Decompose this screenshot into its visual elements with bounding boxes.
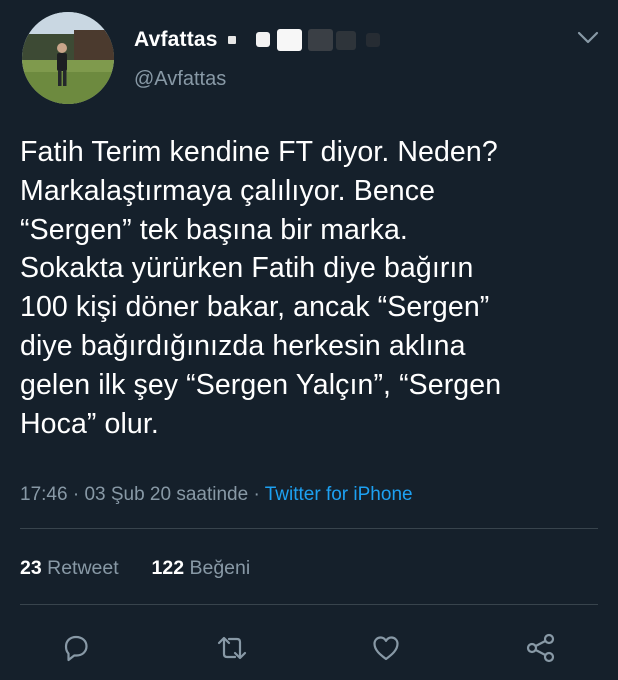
retweet-count: 23 bbox=[20, 557, 42, 579]
emoji-badge bbox=[277, 29, 302, 51]
like-count: 122 bbox=[151, 557, 185, 579]
reply-icon[interactable] bbox=[58, 630, 94, 666]
avatar-photo bbox=[22, 12, 114, 104]
tweet-date[interactable]: 03 Şub 20 saatinde bbox=[84, 484, 248, 505]
tweet-text: Fatih Terim kendine FT diyor. Neden? Mar… bbox=[20, 136, 502, 440]
divider bbox=[20, 528, 598, 529]
meta-separator: · bbox=[67, 484, 85, 505]
retweet-icon[interactable] bbox=[214, 630, 250, 666]
emoji-badge bbox=[256, 32, 270, 47]
emoji-badge bbox=[366, 33, 380, 47]
tweet-source-link[interactable]: Twitter for iPhone bbox=[265, 484, 413, 505]
retweet-label: Retweet bbox=[47, 557, 119, 579]
action-bar bbox=[0, 628, 618, 668]
retweet-stat[interactable]: 23 Retweet bbox=[20, 557, 119, 579]
emoji-badge bbox=[308, 29, 333, 51]
emoji-badge bbox=[336, 31, 356, 50]
meta-separator: · bbox=[248, 484, 265, 505]
avatar[interactable] bbox=[22, 12, 114, 104]
user-handle[interactable]: @Avfattas bbox=[134, 68, 226, 91]
like-stat[interactable]: 122 Beğeni bbox=[152, 557, 251, 579]
like-label: Beğeni bbox=[189, 557, 251, 579]
share-icon[interactable] bbox=[523, 630, 559, 666]
divider bbox=[20, 604, 598, 605]
chevron-down-icon[interactable] bbox=[574, 26, 602, 48]
tweet-time[interactable]: 17:46 bbox=[20, 484, 68, 505]
display-name[interactable]: Avfattas bbox=[134, 28, 218, 52]
tweet-meta: 17:46 · 03 Şub 20 saatinde · Twitter for… bbox=[20, 484, 413, 506]
heart-icon[interactable] bbox=[368, 630, 404, 666]
tweet-stats: 23 Retweet 122 Beğeni bbox=[20, 557, 250, 580]
emoji-badge bbox=[228, 36, 236, 44]
